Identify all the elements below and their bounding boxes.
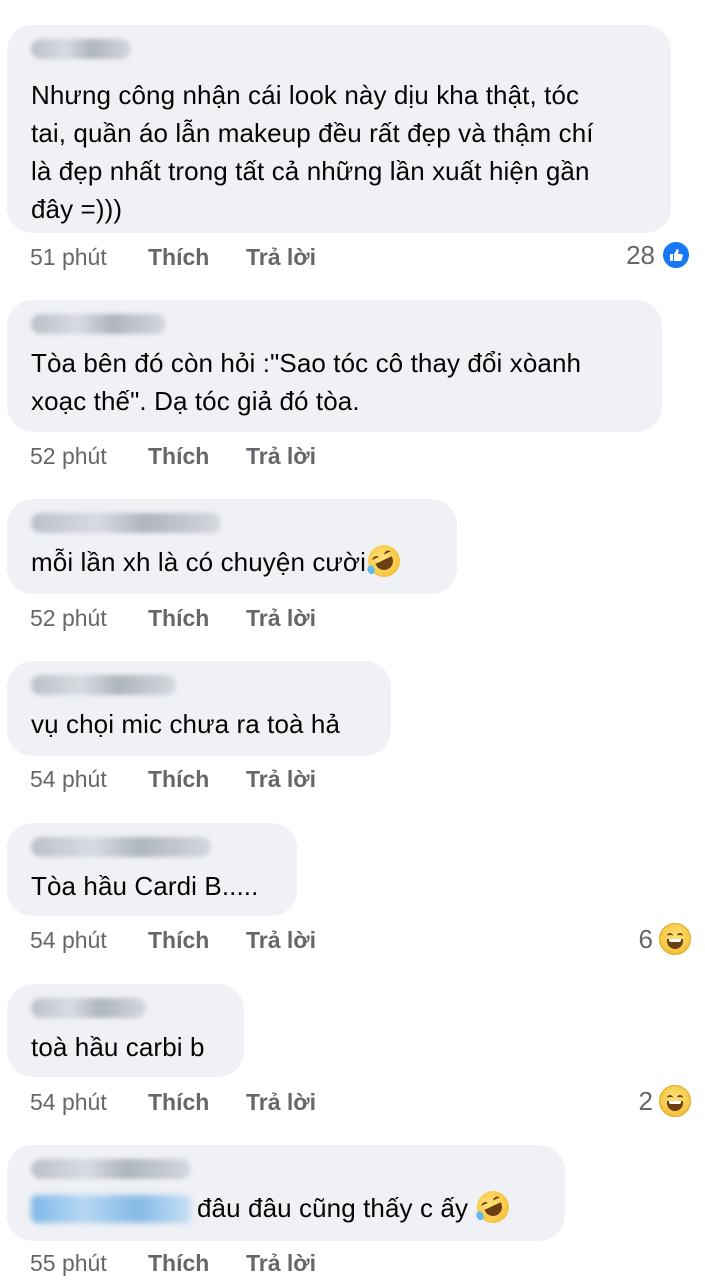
like-button[interactable]: Thích [148, 441, 209, 471]
rofl-icon [362, 539, 406, 583]
comment-bubble: Tòa hầu Cardi B..... [7, 823, 297, 916]
comment-bubble: vụ chọi mic chưa ra toà hả [7, 661, 391, 756]
author-name-blurred[interactable] [31, 675, 176, 695]
comment-bubble: toà hầu carbi b [7, 984, 244, 1077]
reply-button[interactable]: Trả lời [246, 1087, 316, 1117]
reply-button[interactable]: Trả lời [246, 1248, 316, 1278]
like-icon [661, 240, 691, 270]
mentioned-user-tag[interactable] [31, 1195, 191, 1223]
reaction-count: 2 [638, 1085, 653, 1116]
rofl-icon [472, 1185, 515, 1229]
comment-text: đâu đâu cũng thấy c ấy [31, 1185, 515, 1229]
comment-time: 51 phút [30, 244, 107, 270]
author-name-blurred[interactable] [31, 513, 221, 533]
comment-time: 52 phút [30, 605, 107, 631]
author-name-blurred[interactable] [31, 314, 166, 334]
author-name-blurred[interactable] [31, 837, 211, 857]
reaction-count: 28 [626, 239, 655, 270]
comment-text: toà hầu carbi b [31, 1032, 205, 1062]
author-name-blurred[interactable] [31, 998, 146, 1018]
comment-bubble: Nhưng công nhận cái look này dịu kha thậ… [7, 25, 671, 233]
haha-icon [659, 923, 691, 955]
reply-button[interactable]: Trả lời [246, 925, 316, 955]
reaction-summary[interactable]: 28 [626, 238, 691, 272]
like-button[interactable]: Thích [148, 603, 209, 633]
reply-button[interactable]: Trả lời [246, 764, 316, 794]
like-button[interactable]: Thích [148, 242, 209, 272]
reaction-summary[interactable]: 6 [639, 922, 691, 956]
comment-text: Tòa hầu Cardi B..... [31, 871, 259, 901]
comment-time: 54 phút [30, 927, 107, 953]
comment-text: Tòa bên đó còn hỏi :"Sao tóc cô thay đổi… [31, 348, 582, 416]
comment-time: 54 phút [30, 766, 107, 792]
reaction-count: 6 [638, 923, 653, 954]
reply-button[interactable]: Trả lời [246, 242, 316, 272]
like-button[interactable]: Thích [148, 1248, 209, 1278]
like-button[interactable]: Thích [148, 764, 209, 794]
author-name-blurred[interactable] [31, 39, 131, 59]
comment-text: Nhưng công nhận cái look này dịu kha thậ… [31, 80, 594, 224]
haha-icon [659, 1085, 691, 1117]
like-button[interactable]: Thích [148, 1087, 209, 1117]
comment-bubble: đâu đâu cũng thấy c ấy [7, 1145, 565, 1241]
comment-time: 55 phút [30, 1250, 107, 1276]
comment-text: mỗi lần xh là có chuyện cười [31, 539, 406, 583]
reply-button[interactable]: Trả lời [246, 603, 316, 633]
comment-time: 52 phút [30, 443, 107, 469]
reaction-summary[interactable]: 2 [639, 1084, 691, 1118]
author-name-blurred[interactable] [31, 1159, 191, 1179]
comment-bubble: mỗi lần xh là có chuyện cười [7, 499, 457, 594]
comment-text: vụ chọi mic chưa ra toà hả [31, 709, 341, 739]
comment-time: 54 phút [30, 1089, 107, 1115]
like-button[interactable]: Thích [148, 925, 209, 955]
comment-bubble: Tòa bên đó còn hỏi :"Sao tóc cô thay đổi… [7, 300, 662, 432]
reply-button[interactable]: Trả lời [246, 441, 316, 471]
